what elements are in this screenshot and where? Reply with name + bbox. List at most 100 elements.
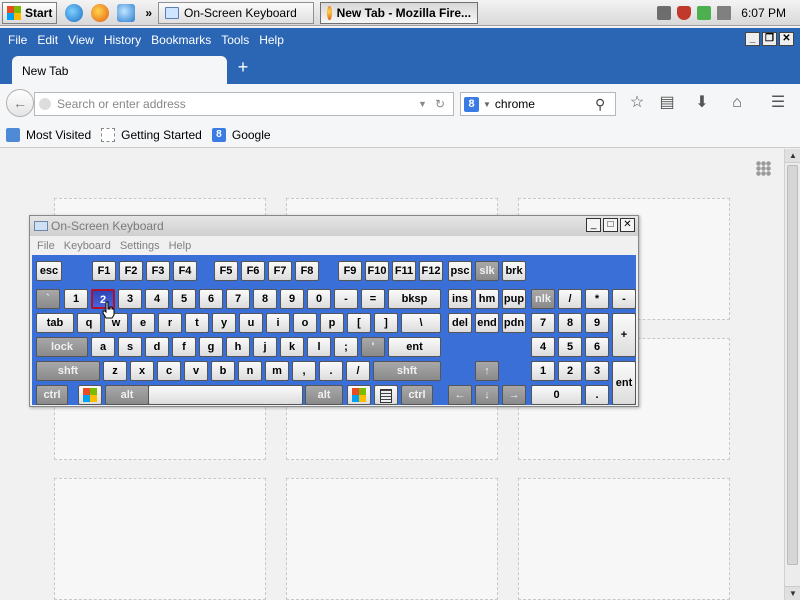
key-f8[interactable]: F8 [295, 261, 319, 281]
shield-icon[interactable] [677, 6, 692, 20]
close-button[interactable]: ✕ [779, 32, 794, 46]
scroll-down-icon[interactable]: ▼ [785, 586, 800, 600]
menu-history[interactable]: History [104, 33, 141, 47]
menu-view[interactable]: View [68, 33, 94, 47]
key-left-windows[interactable] [78, 385, 102, 405]
key-i[interactable]: i [266, 313, 290, 333]
key-num-1[interactable]: 1 [531, 361, 555, 381]
key-up-arrow[interactable]: ↑ [475, 361, 499, 381]
key-f5[interactable]: F5 [214, 261, 238, 281]
key-end[interactable]: end [475, 313, 499, 333]
key-d[interactable]: d [145, 337, 169, 357]
key-e[interactable]: e [131, 313, 155, 333]
key-num-enter[interactable]: ent [612, 361, 636, 405]
key-num-8[interactable]: 8 [558, 313, 582, 333]
key-right-shift[interactable]: shft [373, 361, 441, 381]
osk-menu-settings[interactable]: Settings [120, 240, 160, 252]
osk-menu-help[interactable]: Help [169, 240, 192, 252]
key-slash[interactable]: / [346, 361, 370, 381]
key-home[interactable]: hm [475, 289, 499, 309]
taskbar-button-osk[interactable]: On-Screen Keyboard [158, 1, 315, 24]
key-num-plus[interactable]: + [612, 313, 636, 357]
key-z[interactable]: z [103, 361, 127, 381]
key-slk[interactable]: slk [475, 261, 499, 281]
key-num-4[interactable]: 4 [531, 337, 555, 357]
key-3[interactable]: 3 [118, 289, 142, 309]
key-right-arrow[interactable]: → [502, 385, 526, 405]
menu-icon[interactable]: ☰ [768, 93, 788, 113]
restore-button[interactable]: ❐ [762, 32, 777, 46]
key-backtick[interactable]: ` [36, 289, 60, 309]
scroll-up-icon[interactable]: ▲ [785, 149, 800, 163]
site-tile[interactable] [518, 478, 730, 600]
key-page-up[interactable]: pup [502, 289, 526, 309]
key-menu[interactable] [374, 385, 398, 405]
key-7[interactable]: 7 [226, 289, 250, 309]
site-tile[interactable] [286, 478, 498, 600]
key-num-0[interactable]: 0 [531, 385, 582, 405]
key-minus[interactable]: - [334, 289, 358, 309]
key-left-alt[interactable]: alt [105, 385, 149, 405]
menu-bookmarks[interactable]: Bookmarks [151, 33, 211, 47]
key-f11[interactable]: F11 [392, 261, 416, 281]
key-x[interactable]: x [130, 361, 154, 381]
key-quote[interactable]: ' [361, 337, 385, 357]
key-b[interactable]: b [211, 361, 235, 381]
key-equals[interactable]: = [361, 289, 385, 309]
url-history-dropdown-icon[interactable]: ▼ [418, 99, 427, 109]
osk-menu-keyboard[interactable]: Keyboard [64, 240, 111, 252]
minimize-button[interactable]: _ [745, 32, 760, 46]
new-tab-button[interactable]: + [234, 58, 252, 76]
key-tab[interactable]: tab [36, 313, 74, 333]
key-n[interactable]: n [238, 361, 262, 381]
key-f7[interactable]: F7 [268, 261, 292, 281]
back-button[interactable]: ← [6, 89, 34, 117]
menu-file[interactable]: File [8, 33, 27, 47]
key-num-5[interactable]: 5 [558, 337, 582, 357]
key-num-7[interactable]: 7 [531, 313, 555, 333]
key-9[interactable]: 9 [280, 289, 304, 309]
bookmark-getting-started[interactable]: Getting Started [101, 127, 202, 142]
app-icon[interactable] [117, 3, 136, 22]
key-num-minus[interactable]: - [612, 289, 636, 309]
key-t[interactable]: t [185, 313, 209, 333]
key-f12[interactable]: F12 [419, 261, 443, 281]
search-bar[interactable]: 8 ▼ chrome ⚲ [460, 92, 616, 116]
taskbar-button-firefox[interactable]: New Tab - Mozilla Fire... [320, 1, 479, 24]
osk-menu-file[interactable]: File [37, 240, 55, 252]
key-num-decimal[interactable]: . [585, 385, 609, 405]
keyboard-icon[interactable] [657, 6, 672, 20]
key-num-6[interactable]: 6 [585, 337, 609, 357]
key-comma[interactable]: , [292, 361, 316, 381]
key-brk[interactable]: brk [502, 261, 526, 281]
key-backspace[interactable]: bksp [388, 289, 441, 309]
bookmark-google[interactable]: 8 Google [211, 127, 271, 142]
key-f6[interactable]: F6 [241, 261, 265, 281]
key-space[interactable] [148, 385, 303, 405]
key-num-2[interactable]: 2 [558, 361, 582, 381]
key-r[interactable]: r [158, 313, 182, 333]
key-1[interactable]: 1 [64, 289, 88, 309]
key-num-3[interactable]: 3 [585, 361, 609, 381]
key-down-arrow[interactable]: ↓ [475, 385, 499, 405]
start-button[interactable]: Start [2, 1, 58, 24]
key-num-9[interactable]: 9 [585, 313, 609, 333]
key-right-alt[interactable]: alt [305, 385, 343, 405]
tab-new-tab[interactable]: New Tab [12, 56, 227, 84]
firefox-icon[interactable] [91, 3, 110, 22]
home-icon[interactable]: ⌂ [727, 93, 747, 113]
search-icon[interactable]: ⚲ [595, 96, 611, 112]
google-search-engine-icon[interactable]: 8 [464, 96, 479, 112]
key-num-divide[interactable]: / [558, 289, 582, 309]
key-left-shift[interactable]: shft [36, 361, 100, 381]
key-f3[interactable]: F3 [146, 261, 170, 281]
key-f4[interactable]: F4 [173, 261, 197, 281]
reading-list-icon[interactable]: ▤ [657, 93, 677, 113]
key-left-ctrl[interactable]: ctrl [36, 385, 68, 405]
key-f10[interactable]: F10 [365, 261, 389, 281]
key-f1[interactable]: F1 [92, 261, 116, 281]
key-page-down[interactable]: pdn [502, 313, 526, 333]
key-num-lock[interactable]: nlk [531, 289, 555, 309]
url-bar[interactable]: Search or enter address ▼ ↻ [34, 92, 454, 116]
search-engine-dropdown-icon[interactable]: ▼ [483, 100, 491, 109]
